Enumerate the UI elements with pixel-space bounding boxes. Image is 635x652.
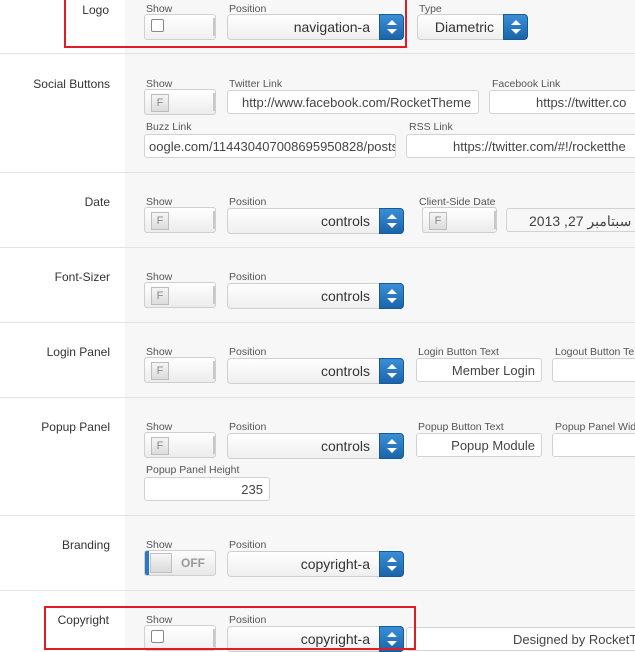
row-divider bbox=[0, 53, 635, 54]
row-divider bbox=[0, 515, 635, 516]
select-arrows-icon bbox=[379, 358, 404, 384]
login-show-toggle[interactable]: F bbox=[144, 357, 216, 383]
popup-button-text-input[interactable]: Popup Module bbox=[416, 433, 542, 457]
popup-position-select[interactable]: controls bbox=[227, 433, 404, 459]
twitter-link-input[interactable]: http://www.facebook.com/RocketTheme bbox=[227, 90, 479, 114]
label-column bbox=[0, 0, 125, 650]
highlight-box bbox=[44, 606, 416, 650]
select-arrows-icon bbox=[503, 14, 528, 40]
date-format-select[interactable]: سبتامبر 27, 2013 bbox=[506, 208, 635, 232]
row-divider bbox=[0, 247, 635, 248]
date-show-toggle[interactable]: F bbox=[144, 207, 216, 233]
popup-width-label: Popup Panel Wid bbox=[555, 421, 635, 433]
login-position-select[interactable]: controls bbox=[227, 358, 404, 384]
twitter-label: Twitter Link bbox=[229, 78, 283, 90]
popup-width-input[interactable] bbox=[552, 433, 635, 457]
login-button-text-input[interactable]: Member Login bbox=[416, 358, 542, 382]
branding-show-toggle[interactable]: OFF bbox=[144, 550, 216, 576]
popup-button-label: Popup Button Text bbox=[418, 421, 504, 433]
position-label: Position bbox=[229, 346, 267, 358]
position-label: Position bbox=[229, 421, 267, 433]
position-label: Position bbox=[229, 271, 267, 283]
row-label-login: Login Panel bbox=[46, 345, 110, 359]
select-arrows-icon bbox=[379, 283, 404, 309]
row-label-date: Date bbox=[84, 195, 110, 209]
login-button-label: Login Button Text bbox=[418, 346, 499, 358]
row-label-popup: Popup Panel bbox=[41, 420, 110, 434]
facebook-link-input[interactable]: https://twitter.co bbox=[489, 90, 635, 114]
select-arrows-icon bbox=[379, 433, 404, 459]
popup-height-input[interactable]: 235 bbox=[144, 477, 270, 501]
social-show-toggle[interactable]: F bbox=[144, 89, 216, 115]
logout-button-text-input[interactable] bbox=[552, 358, 635, 382]
rss-label: RSS Link bbox=[409, 121, 453, 133]
select-arrows-icon bbox=[379, 551, 404, 577]
popup-show-toggle[interactable]: F bbox=[144, 432, 216, 458]
logout-button-label: Logout Button Te bbox=[555, 346, 635, 358]
position-label: Position bbox=[229, 539, 267, 551]
rss-link-input[interactable]: https://twitter.com/#!/rocketthe bbox=[406, 134, 635, 158]
position-label: Position bbox=[229, 196, 267, 208]
row-divider bbox=[0, 397, 635, 398]
branding-position-select[interactable]: copyright-a bbox=[227, 551, 404, 577]
row-divider bbox=[0, 172, 635, 173]
select-arrows-icon bbox=[379, 208, 404, 234]
buzz-label: Buzz Link bbox=[146, 121, 192, 133]
fontsizer-position-select[interactable]: controls bbox=[227, 283, 404, 309]
buzz-link-input[interactable]: oogle.com/114430407008695950828/posts bbox=[144, 134, 396, 158]
facebook-label: Facebook Link bbox=[492, 78, 561, 90]
row-label-fontsizer: Font-Sizer bbox=[54, 270, 110, 284]
logo-type-select[interactable]: Diametric bbox=[417, 14, 528, 40]
popup-height-label: Popup Panel Height bbox=[146, 464, 240, 476]
highlight-box bbox=[64, 0, 407, 48]
row-label-social: Social Buttons bbox=[33, 77, 110, 91]
row-divider bbox=[0, 590, 635, 591]
row-label-branding: Branding bbox=[61, 538, 110, 552]
row-divider bbox=[0, 322, 635, 323]
fontsizer-show-toggle[interactable]: F bbox=[144, 282, 216, 308]
copyright-text-input[interactable]: Designed by RocketTh bbox=[406, 627, 635, 651]
client-date-toggle[interactable]: F bbox=[422, 207, 497, 233]
date-position-select[interactable]: controls bbox=[227, 208, 404, 234]
